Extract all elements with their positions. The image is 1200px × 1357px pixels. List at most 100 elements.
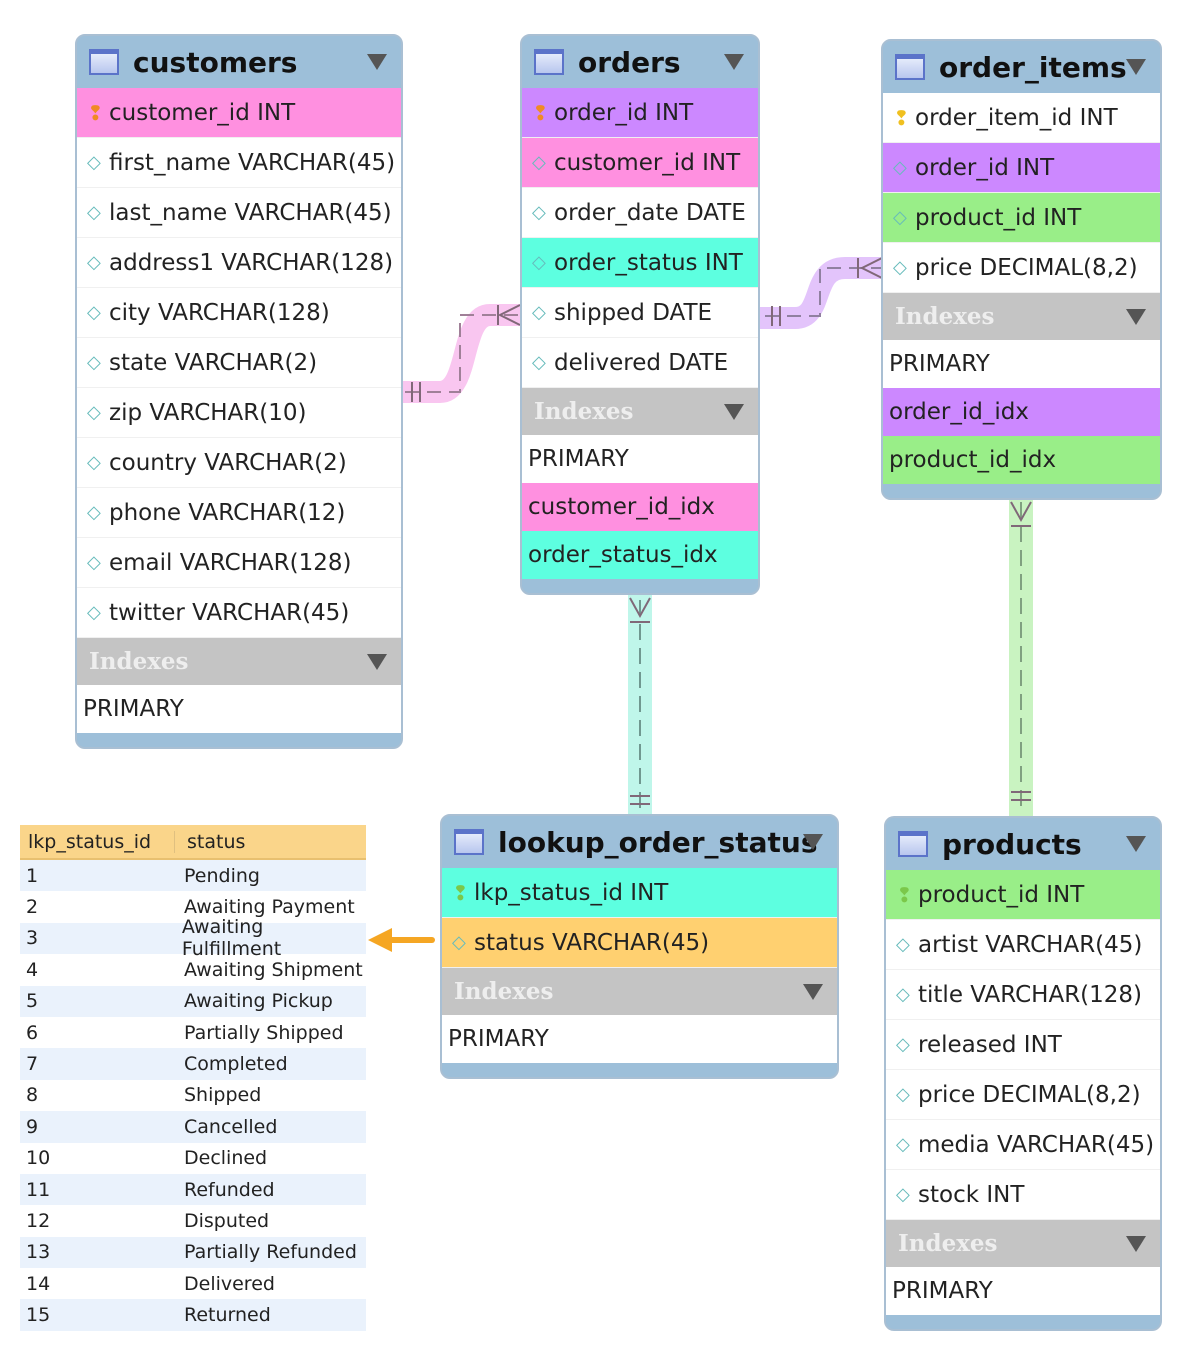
collapse-triangle-icon[interactable] <box>724 404 744 420</box>
column-row[interactable]: ❢ product_id INT <box>886 870 1160 920</box>
indexes-section-header[interactable]: Indexes <box>77 638 401 685</box>
column-row[interactable]: ◇ order_date DATE <box>522 188 758 238</box>
table-header[interactable]: lookup_order_status <box>442 816 837 868</box>
grid-row[interactable]: 3 Awaiting Fulfillment <box>20 916 366 960</box>
column-row[interactable]: ◇ media VARCHAR(45) <box>886 1120 1160 1170</box>
column-label: phone VARCHAR(12) <box>109 499 346 526</box>
table-customers[interactable]: customers ❢ customer_id INT ◇ first_name VAR… <box>75 34 403 749</box>
grid-row[interactable]: 15 Returned <box>20 1299 366 1331</box>
column-diamond-icon: ◇ <box>87 552 101 573</box>
table-header[interactable]: orders <box>522 36 758 88</box>
collapse-triangle-icon[interactable] <box>724 54 744 70</box>
grid-row[interactable]: 5 Awaiting Pickup <box>20 985 366 1017</box>
column-row[interactable]: ◇ shipped DATE <box>522 288 758 338</box>
column-row[interactable]: ◇ country VARCHAR(2) <box>77 438 401 488</box>
column-row[interactable]: ◇ artist VARCHAR(45) <box>886 920 1160 970</box>
table-header[interactable]: products <box>886 818 1160 870</box>
index-row[interactable]: PRIMARY <box>522 435 758 483</box>
column-row[interactable]: ◇ phone VARCHAR(12) <box>77 488 401 538</box>
column-diamond-icon: ◇ <box>87 302 101 323</box>
table-order_items[interactable]: order_items ❢ order_item_id INT ◇ order_id I… <box>881 39 1162 500</box>
column-row[interactable]: ◇ customer_id INT <box>522 138 758 188</box>
index-row[interactable]: product_id_idx <box>883 436 1160 484</box>
column-row[interactable]: ◇ first_name VARCHAR(45) <box>77 138 401 188</box>
collapse-triangle-icon[interactable] <box>1126 1236 1146 1252</box>
column-row[interactable]: ◇ city VARCHAR(128) <box>77 288 401 338</box>
table-header[interactable]: order_items <box>883 41 1160 93</box>
indexes-section-header[interactable]: Indexes <box>522 388 758 435</box>
grid-row[interactable]: 13 Partially Refunded <box>20 1236 366 1269</box>
grid-row[interactable]: 11 Refunded <box>20 1173 366 1206</box>
grid-row[interactable]: 12 Disputed <box>20 1205 366 1236</box>
column-header[interactable]: lkp_status_id <box>20 830 175 853</box>
column-row[interactable]: ◇ delivered DATE <box>522 338 758 388</box>
column-header[interactable]: status <box>175 831 245 853</box>
column-row[interactable]: ◇ twitter VARCHAR(45) <box>77 588 401 638</box>
column-row[interactable]: ◇ last_name VARCHAR(45) <box>77 188 401 238</box>
column-diamond-icon: ◇ <box>532 302 546 323</box>
column-label: state VARCHAR(2) <box>109 349 318 376</box>
table-footer <box>886 1315 1160 1329</box>
table-name: products <box>942 827 1082 861</box>
index-row[interactable]: PRIMARY <box>883 340 1160 388</box>
column-row[interactable]: ◇ status VARCHAR(45) <box>442 918 837 968</box>
grid-row[interactable]: 7 Completed <box>20 1048 366 1080</box>
column-row[interactable]: ◇ product_id INT <box>883 193 1160 243</box>
indexes-section-header[interactable]: Indexes <box>883 293 1160 340</box>
collapse-triangle-icon[interactable] <box>1126 309 1146 325</box>
indexes-section-header[interactable]: Indexes <box>886 1220 1160 1267</box>
column-row[interactable]: ◇ order_status INT <box>522 238 758 288</box>
column-row[interactable]: ❢ customer_id INT <box>77 88 401 138</box>
index-row[interactable]: PRIMARY <box>886 1267 1160 1315</box>
column-row[interactable]: ◇ address1 VARCHAR(128) <box>77 238 401 288</box>
column-row[interactable]: ◇ zip VARCHAR(10) <box>77 388 401 438</box>
collapse-triangle-icon[interactable] <box>803 984 823 1000</box>
grid-row[interactable]: 1 Pending <box>20 860 366 892</box>
grid-row[interactable]: 6 Partially Shipped <box>20 1017 366 1048</box>
column-label: delivered DATE <box>554 349 729 376</box>
column-row[interactable]: ◇ state VARCHAR(2) <box>77 338 401 388</box>
index-row[interactable]: order_id_idx <box>883 388 1160 436</box>
column-label: product_id INT <box>918 881 1085 908</box>
indexes-section-header[interactable]: Indexes <box>442 968 837 1015</box>
cell-id: 3 <box>26 927 39 950</box>
index-row[interactable]: PRIMARY <box>442 1015 837 1063</box>
grid-row[interactable]: 14 Delivered <box>20 1268 366 1299</box>
collapse-triangle-icon[interactable] <box>367 654 387 670</box>
column-row[interactable]: ❢ order_item_id INT <box>883 93 1160 143</box>
collapse-triangle-icon[interactable] <box>1126 59 1146 75</box>
column-label: city VARCHAR(128) <box>109 299 330 326</box>
table-name: customers <box>133 45 298 79</box>
grid-row[interactable]: 9 Cancelled <box>20 1111 366 1143</box>
column-row[interactable]: ◇ title VARCHAR(128) <box>886 970 1160 1020</box>
column-diamond-icon: ◇ <box>87 602 101 623</box>
grid-row[interactable]: 4 Awaiting Shipment <box>20 954 366 985</box>
column-row[interactable]: ◇ price DECIMAL(8,2) <box>883 243 1160 293</box>
collapse-triangle-icon[interactable] <box>1126 836 1146 852</box>
column-row[interactable]: ◇ price DECIMAL(8,2) <box>886 1070 1160 1120</box>
table-icon <box>898 831 928 857</box>
column-row[interactable]: ◇ released INT <box>886 1020 1160 1070</box>
column-row[interactable]: ◇ stock INT <box>886 1170 1160 1220</box>
cell-status: Disputed <box>184 1209 270 1232</box>
grid-row[interactable]: 10 Declined <box>20 1143 366 1174</box>
index-row[interactable]: PRIMARY <box>77 685 401 733</box>
table-products[interactable]: products ❢ product_id INT ◇ artist VARCHAR(4… <box>884 816 1162 1331</box>
column-row[interactable]: ❢ order_id INT <box>522 88 758 138</box>
column-row[interactable]: ❢ lkp_status_id INT <box>442 868 837 918</box>
index-row[interactable]: customer_id_idx <box>522 483 758 531</box>
column-label: lkp_status_id INT <box>474 879 669 906</box>
column-row[interactable]: ◇ order_id INT <box>883 143 1160 193</box>
column-label: price DECIMAL(8,2) <box>918 1081 1141 1108</box>
table-lookup_order_status[interactable]: lookup_order_status ❢ lkp_status_id INT ◇ st… <box>440 814 839 1079</box>
column-diamond-icon: ◇ <box>532 252 546 273</box>
grid-row[interactable]: 8 Shipped <box>20 1080 366 1111</box>
table-header[interactable]: customers <box>77 36 401 88</box>
index-row[interactable]: order_status_idx <box>522 531 758 579</box>
column-diamond-icon: ◇ <box>87 502 101 523</box>
column-row[interactable]: ◇ email VARCHAR(128) <box>77 538 401 588</box>
collapse-triangle-icon[interactable] <box>803 834 823 850</box>
column-label: customer_id INT <box>554 149 741 176</box>
table-orders[interactable]: orders ❢ order_id INT ◇ customer_id INT ◇ orde… <box>520 34 760 595</box>
collapse-triangle-icon[interactable] <box>367 54 387 70</box>
